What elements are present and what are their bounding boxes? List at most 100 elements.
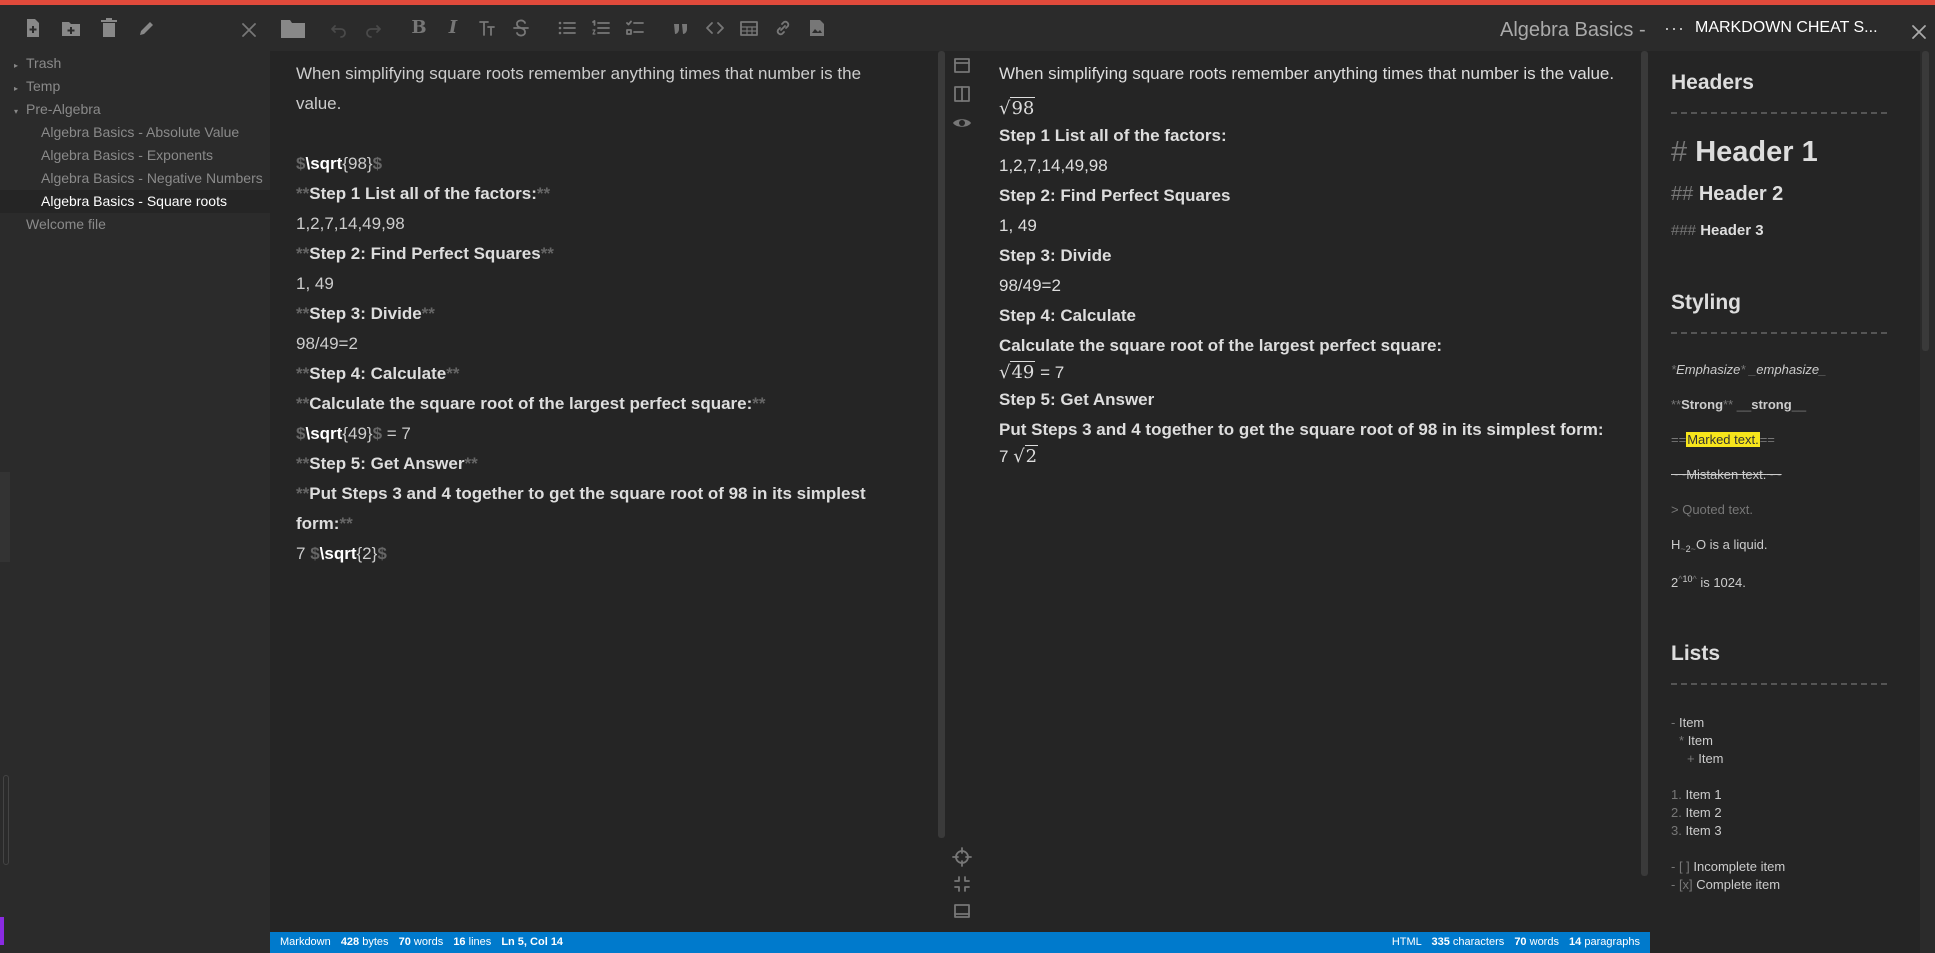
preview-bold: Put Steps 3 and 4 together to get the sq… bbox=[999, 420, 1604, 439]
editor-line: **Step 1 List all of the factors:** bbox=[296, 184, 551, 203]
preview-bold: Step 5: Get Answer bbox=[999, 390, 1155, 409]
bold-icon[interactable]: B bbox=[406, 15, 432, 41]
trash-icon[interactable] bbox=[96, 15, 122, 41]
focus-mode-icon[interactable] bbox=[952, 874, 972, 894]
example-subscript: H~2~O is a liquid. bbox=[1671, 537, 1768, 554]
status-paragraphs: 14 bbox=[1569, 936, 1582, 948]
list-item: - [x] Complete item bbox=[1671, 877, 1781, 892]
status-words: 70 bbox=[1514, 936, 1527, 948]
strikethrough-icon[interactable] bbox=[508, 15, 534, 41]
example-h2: ## Header 2 bbox=[1671, 183, 1784, 205]
list-item: * Item bbox=[1679, 733, 1713, 748]
layout-buttons bbox=[945, 51, 979, 932]
quote-icon[interactable] bbox=[668, 15, 694, 41]
list-item: + Item bbox=[1687, 751, 1724, 766]
code-icon[interactable] bbox=[702, 15, 728, 41]
tree-file-welcome[interactable]: Welcome file bbox=[0, 213, 270, 236]
preview-bold: Step 3: Divide bbox=[999, 246, 1112, 265]
status-label: characters bbox=[1452, 936, 1505, 948]
preview-eye-icon[interactable] bbox=[952, 113, 972, 133]
editor-line: **Step 2: Find Perfect Squares** bbox=[296, 244, 554, 263]
editor-line: 7 $\sqrt{2}$ bbox=[296, 544, 387, 563]
link-icon[interactable] bbox=[770, 15, 796, 41]
example-h1: # Header 1 bbox=[1671, 136, 1818, 168]
tree-folder-trash[interactable]: ▸ Trash bbox=[0, 52, 270, 75]
close-icon[interactable] bbox=[1906, 19, 1932, 45]
section-heading: Styling bbox=[1671, 291, 1742, 314]
section-heading: Headers bbox=[1671, 71, 1754, 94]
preview-bold: Step 4: Calculate bbox=[999, 306, 1136, 325]
status-mode: HTML bbox=[1391, 936, 1422, 948]
editor-text[interactable]: When simplifying square roots remember a… bbox=[296, 59, 906, 569]
example-bullet-list: - Item * Item + Item bbox=[1671, 714, 1920, 768]
status-words: 70 bbox=[398, 936, 411, 948]
example-quote: > Quoted text. bbox=[1671, 502, 1754, 517]
status-label: words bbox=[1529, 936, 1559, 948]
close-icon[interactable] bbox=[236, 17, 262, 43]
editor-line: $\sqrt{49}$ = 7 bbox=[296, 424, 411, 443]
status-bar: Markdown 428 bytes 70 words 16 lines Ln … bbox=[270, 932, 1650, 953]
editor-line: $\sqrt{98}$ bbox=[296, 154, 383, 173]
toggle-navbar-icon[interactable] bbox=[952, 55, 972, 75]
preview-paragraph: 1, 49 bbox=[999, 216, 1037, 235]
preview-bold: Step 1 List all of the factors: bbox=[999, 126, 1227, 145]
heading-icon[interactable] bbox=[474, 15, 500, 41]
preview-scrollbar[interactable] bbox=[1641, 51, 1648, 876]
status-mode: Markdown bbox=[280, 936, 331, 948]
more-menu-icon[interactable]: ··· bbox=[1664, 18, 1685, 39]
editor-line: 98/49=2 bbox=[296, 334, 358, 353]
example-marked: ==Marked text.== bbox=[1671, 432, 1775, 447]
tree-file-negative-numbers[interactable]: Algebra Basics - Negative Numbers bbox=[0, 167, 270, 190]
cheatsheet-scrollbar[interactable] bbox=[1922, 51, 1929, 351]
tree-file-square-roots[interactable]: Algebra Basics - Square roots bbox=[0, 190, 270, 213]
status-bar-toggle-icon[interactable] bbox=[952, 901, 972, 921]
italic-icon[interactable]: I bbox=[440, 15, 466, 41]
preview-bold: Step 2: Find Perfect Squares bbox=[999, 186, 1231, 205]
preview-math: 7 √2 bbox=[999, 445, 1039, 467]
image-icon[interactable] bbox=[804, 15, 830, 41]
pencil-icon[interactable] bbox=[134, 15, 160, 41]
unordered-list-icon[interactable] bbox=[554, 15, 580, 41]
example-strong: **Strong** __strong__ bbox=[1671, 397, 1807, 412]
preview-paragraph: 98/49=2 bbox=[999, 276, 1061, 295]
tree-label: Temp bbox=[26, 78, 61, 94]
tree-file-exponents[interactable]: Algebra Basics - Exponents bbox=[0, 144, 270, 167]
example-emphasis: *Emphasize* _emphasize_ bbox=[1671, 362, 1827, 377]
ordered-list-icon[interactable] bbox=[588, 15, 614, 41]
scroll-sync-icon[interactable] bbox=[952, 847, 972, 867]
tree-folder-temp[interactable]: ▸ Temp bbox=[0, 75, 270, 98]
editor-line: 1, 49 bbox=[296, 274, 334, 293]
status-bytes: 428 bbox=[340, 936, 360, 948]
markdown-editor[interactable]: When simplifying square roots remember a… bbox=[270, 51, 938, 932]
status-label: bytes bbox=[362, 936, 389, 948]
example-superscript: 2^10^ is 1024. bbox=[1671, 574, 1746, 590]
folder-plus-icon[interactable] bbox=[58, 15, 84, 41]
explorer-scrollbar[interactable] bbox=[0, 472, 10, 562]
divider bbox=[1671, 332, 1887, 334]
checklist-icon[interactable] bbox=[622, 15, 648, 41]
undo-icon[interactable] bbox=[326, 15, 352, 41]
editor-line: **Step 3: Divide** bbox=[296, 304, 435, 323]
cheatsheet-content: Headers # Header 1 ## Header 2 ### Heade… bbox=[1650, 51, 1920, 953]
side-indicator bbox=[0, 917, 4, 945]
side-by-side-icon[interactable] bbox=[952, 84, 972, 104]
preview-paragraph: When simplifying square roots remember a… bbox=[999, 64, 1615, 83]
editor-stats: Markdown 428 bytes 70 words 16 lines Ln … bbox=[280, 932, 563, 953]
folder-icon[interactable] bbox=[280, 15, 306, 41]
status-label: paragraphs bbox=[1584, 936, 1640, 948]
explorer-panel: ▸ Trash ▸ Temp ▾ Pre-Algebra Algebra Basics… bbox=[0, 5, 270, 953]
editor-scrollbar[interactable] bbox=[938, 51, 945, 838]
cheatsheet-header: ··· MARKDOWN CHEAT S... bbox=[1650, 5, 1935, 51]
editor-line: form:** bbox=[296, 514, 353, 533]
file-plus-icon[interactable] bbox=[20, 15, 46, 41]
redo-icon[interactable] bbox=[360, 15, 386, 41]
divider bbox=[1671, 112, 1887, 114]
example-h3: ### Header 3 bbox=[1671, 222, 1764, 239]
editor-line: **Step 4: Calculate** bbox=[296, 364, 460, 383]
divider bbox=[1671, 683, 1887, 685]
table-icon[interactable] bbox=[736, 15, 762, 41]
explorer-scroll-track bbox=[3, 775, 9, 865]
tree-file-absolute-value[interactable]: Algebra Basics - Absolute Value bbox=[0, 121, 270, 144]
editor-line: **Put Steps 3 and 4 together to get the … bbox=[296, 484, 866, 503]
tree-folder-pre-algebra[interactable]: ▾ Pre-Algebra bbox=[0, 98, 270, 121]
